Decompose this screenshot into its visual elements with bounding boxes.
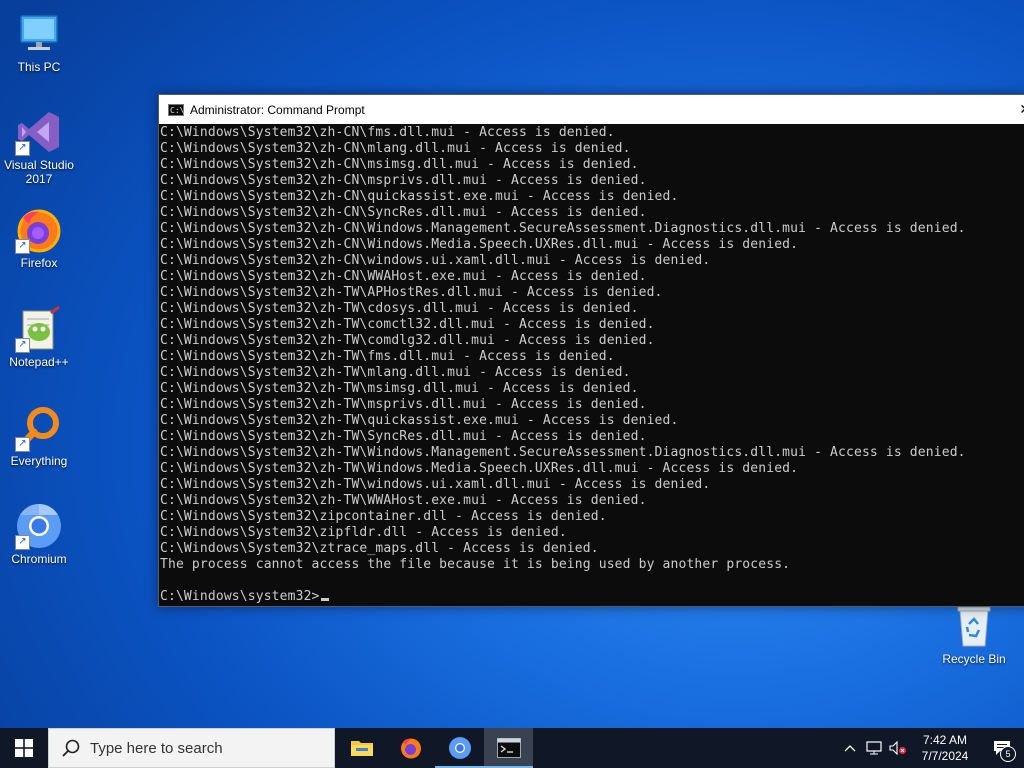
console-output[interactable]: C:\Windows\System32\zh-CN\fms.dll.mui - … bbox=[160, 125, 1024, 606]
desktop-icon-everything[interactable]: ↗ Everything bbox=[1, 404, 77, 468]
command-prompt-icon bbox=[496, 738, 521, 758]
taskbar-chromium[interactable] bbox=[435, 728, 484, 768]
desktop-icon-label: Notepad++ bbox=[9, 355, 69, 369]
clock-date: 7/7/2024 bbox=[921, 749, 969, 763]
console-line: C:\Windows\System32\zh-CN\SyncRes.dll.mu… bbox=[160, 205, 647, 220]
console-prompt-line: C:\Windows\system32> bbox=[160, 589, 1024, 605]
console-line: C:\Windows\System32\zh-TW\msprivs.dll.mu… bbox=[160, 397, 647, 412]
console-line: C:\Windows\System32\zh-TW\fms.dll.mui - … bbox=[160, 349, 615, 364]
console-line: C:\Windows\System32\ztrace_maps.dll - Ac… bbox=[160, 541, 599, 556]
start-button[interactable] bbox=[0, 728, 48, 768]
desktop-icon-this-pc[interactable]: This PC bbox=[1, 10, 77, 74]
console-line: C:\Windows\System32\zh-CN\quickassist.ex… bbox=[160, 189, 679, 204]
taskbar-file-explorer[interactable] bbox=[337, 728, 386, 768]
console-prompt: C:\Windows\system32> bbox=[160, 589, 320, 604]
desktop-icon-label: Everything bbox=[10, 454, 68, 468]
command-prompt-icon: C:\ bbox=[168, 103, 185, 116]
shortcut-arrow-icon: ↗ bbox=[15, 239, 30, 254]
volume-muted-icon[interactable] bbox=[886, 728, 910, 768]
taskbar-firefox[interactable] bbox=[386, 728, 435, 768]
chevron-up-icon[interactable] bbox=[838, 728, 862, 768]
chromium-icon: ↗ bbox=[15, 502, 63, 550]
command-prompt-window[interactable]: C:\ Administrator: Command Prompt ✕ C:\W… bbox=[158, 94, 1024, 607]
console-line: C:\Windows\System32\zh-TW\windows.ui.xam… bbox=[160, 477, 711, 492]
system-tray: 7:42 AM 7/7/2024 5 bbox=[838, 728, 1024, 768]
search-icon bbox=[62, 739, 80, 757]
clock-time: 7:42 AM bbox=[922, 733, 968, 747]
console-line: C:\Windows\System32\zh-TW\WWAHost.exe.mu… bbox=[160, 493, 647, 508]
shortcut-arrow-icon: ↗ bbox=[15, 141, 30, 156]
desktop-icon-label: Visual Studio 2017 bbox=[4, 158, 74, 186]
desktop-icon-label: Chromium bbox=[11, 552, 67, 566]
desktop-icon-label: Recycle Bin bbox=[942, 652, 1006, 666]
console-line: C:\Windows\System32\zh-CN\Windows.Media.… bbox=[160, 237, 799, 252]
firefox-icon bbox=[400, 738, 421, 759]
close-icon[interactable]: ✕ bbox=[1019, 101, 1024, 118]
window-title: Administrator: Command Prompt bbox=[190, 102, 365, 117]
console-line: The process cannot access the file becau… bbox=[160, 557, 791, 572]
notification-count-badge: 5 bbox=[1000, 746, 1016, 762]
console-line: C:\Windows\System32\zh-CN\WWAHost.exe.mu… bbox=[160, 269, 647, 284]
desktop-icon-label: Firefox bbox=[20, 256, 58, 270]
text-cursor bbox=[320, 598, 329, 601]
shortcut-arrow-icon: ↗ bbox=[15, 437, 30, 452]
action-center-button[interactable]: 5 bbox=[980, 728, 1024, 768]
network-icon[interactable] bbox=[862, 728, 886, 768]
console-line: C:\Windows\System32\zh-TW\Windows.Media.… bbox=[160, 461, 799, 476]
console-line: C:\Windows\System32\zipfldr.dll - Access… bbox=[160, 525, 567, 540]
taskbar-clock[interactable]: 7:42 AM 7/7/2024 bbox=[910, 732, 980, 764]
console-line: C:\Windows\System32\zh-TW\quickassist.ex… bbox=[160, 413, 679, 428]
taskbar-command-prompt[interactable] bbox=[484, 728, 533, 768]
console-line: C:\Windows\System32\zh-TW\mlang.dll.mui … bbox=[160, 365, 631, 380]
recycle-bin-icon bbox=[950, 602, 998, 650]
desktop-icon-chromium[interactable]: ↗ Chromium bbox=[1, 502, 77, 566]
notepadpp-icon: ↗ bbox=[15, 305, 63, 353]
console-line: C:\Windows\System32\zh-CN\windows.ui.xam… bbox=[160, 253, 711, 268]
console-line: C:\Windows\System32\zh-TW\cdosys.dll.mui… bbox=[160, 301, 639, 316]
desktop-icon-notepadpp[interactable]: ↗ Notepad++ bbox=[1, 305, 77, 369]
console-line: C:\Windows\System32\zh-TW\APHostRes.dll.… bbox=[160, 285, 663, 300]
monitor-icon bbox=[15, 10, 63, 58]
console-line: C:\Windows\System32\zh-CN\msimsg.dll.mui… bbox=[160, 157, 639, 172]
desktop-icon-firefox[interactable]: ↗ Firefox bbox=[1, 206, 77, 270]
console-line: C:\Windows\System32\zh-CN\fms.dll.mui - … bbox=[160, 125, 615, 140]
window-titlebar[interactable]: C:\ Administrator: Command Prompt ✕ bbox=[159, 95, 1024, 124]
console-line: C:\Windows\System32\zh-TW\comdlg32.dll.m… bbox=[160, 333, 655, 348]
console-line: C:\Windows\System32\zh-TW\comctl32.dll.m… bbox=[160, 317, 655, 332]
console-line: C:\Windows\System32\zh-TW\SyncRes.dll.mu… bbox=[160, 429, 647, 444]
desktop-icon-label: This PC bbox=[17, 60, 61, 74]
folder-icon bbox=[350, 741, 373, 756]
visual-studio-icon: ↗ bbox=[15, 108, 63, 156]
console-line: C:\Windows\System32\zipcontainer.dll - A… bbox=[160, 509, 607, 524]
windows-logo-icon bbox=[15, 739, 33, 757]
console-line: C:\Windows\System32\zh-CN\Windows.Manage… bbox=[160, 221, 966, 236]
desktop-icon-visual-studio[interactable]: ↗ Visual Studio 2017 bbox=[1, 108, 77, 186]
console-line: C:\Windows\System32\zh-CN\mlang.dll.mui … bbox=[160, 141, 631, 156]
shortcut-arrow-icon: ↗ bbox=[15, 535, 30, 550]
console-line: C:\Windows\System32\zh-CN\msprivs.dll.mu… bbox=[160, 173, 647, 188]
everything-search-icon: ↗ bbox=[15, 404, 63, 452]
console-line: C:\Windows\System32\zh-TW\Windows.Manage… bbox=[160, 445, 966, 460]
console-line: C:\Windows\System32\zh-TW\msimsg.dll.mui… bbox=[160, 381, 639, 396]
taskbar-search-box[interactable]: Type here to search bbox=[48, 728, 335, 768]
desktop-icon-recycle-bin[interactable]: Recycle Bin bbox=[936, 602, 1012, 666]
shortcut-arrow-icon: ↗ bbox=[15, 338, 30, 353]
taskbar: Type here to search 7:42 AM 7/7/2024 5 bbox=[0, 728, 1024, 768]
firefox-icon: ↗ bbox=[15, 206, 63, 254]
search-placeholder: Type here to search bbox=[90, 739, 223, 757]
chromium-icon bbox=[448, 737, 471, 759]
